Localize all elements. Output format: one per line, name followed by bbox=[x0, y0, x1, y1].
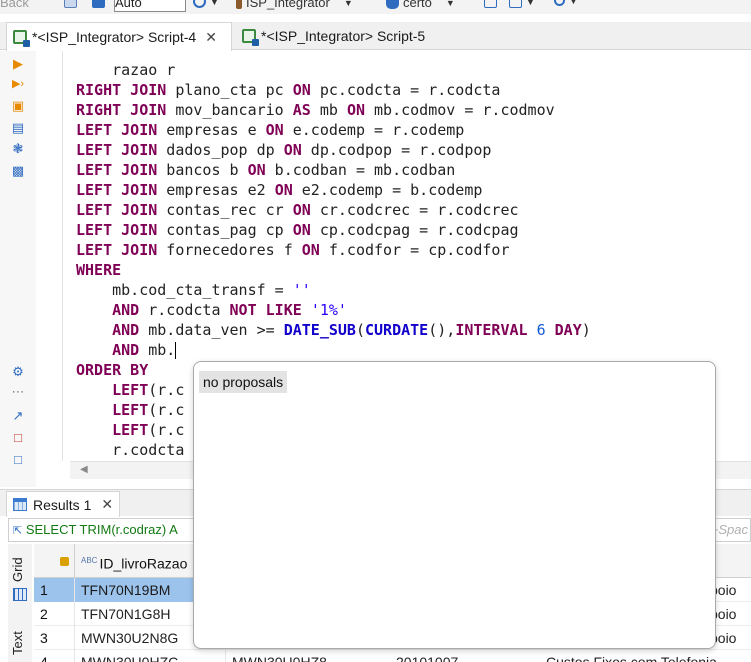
filter-sql-icon: ⇱ bbox=[13, 525, 23, 537]
row-number: 4 bbox=[40, 654, 48, 662]
no-proposals-item: no proposals bbox=[199, 371, 288, 393]
code-line: WHERE bbox=[76, 261, 122, 279]
code-line: ORDER BY bbox=[76, 361, 149, 379]
editor-tab-bar: *<ISP_Integrator> Script-4 ✕ *<ISP_Integ… bbox=[0, 22, 751, 51]
code-line: LEFT(r.c bbox=[112, 381, 185, 399]
code-line: razao r bbox=[76, 61, 176, 79]
code-line: r.codcta bbox=[76, 441, 185, 459]
terminal-icon[interactable]: ▩ bbox=[11, 164, 25, 178]
row-number: 3 bbox=[40, 630, 48, 646]
autocomplete-popup[interactable]: no proposals bbox=[193, 361, 716, 649]
toolbar-icon-2[interactable] bbox=[92, 0, 105, 8]
code-line: AND r.codcta NOT LIKE '1%' bbox=[112, 301, 347, 319]
cell-col-3[interactable]: 20101007 bbox=[390, 650, 540, 662]
commit-icon bbox=[64, 0, 77, 8]
chevron-down-icon: ▼ bbox=[445, 0, 455, 8]
tab-grid-view[interactable]: Grid bbox=[10, 550, 30, 590]
code-line: LEFT(r.c bbox=[112, 421, 185, 439]
ai-assistant-icon[interactable]: ❃ bbox=[11, 142, 25, 156]
back-button[interactable]: Back bbox=[0, 0, 29, 10]
code-line: LEFT JOIN contas_pag cp ON cp.codcpag = … bbox=[76, 221, 519, 239]
close-icon[interactable]: ✕ bbox=[101, 496, 113, 513]
connection-icon bbox=[236, 0, 242, 9]
tab-label: *<ISP_Integrator> Script-5 bbox=[261, 28, 426, 44]
chevron-down-icon: ▼ bbox=[343, 0, 353, 8]
execute-new-tab-icon[interactable]: ▣ bbox=[11, 99, 25, 113]
string-type-icon: ABC bbox=[81, 556, 98, 565]
execute-icon[interactable]: ▶ bbox=[11, 57, 25, 71]
code-line: mb.cod_cta_transf = '' bbox=[76, 281, 311, 299]
text-caret bbox=[175, 342, 177, 359]
results-view-tabs: Grid Text bbox=[8, 544, 32, 662]
transaction-mode-select[interactable]: Auto bbox=[114, 0, 186, 12]
sql-script-icon bbox=[242, 29, 259, 46]
code-line: AND mb. bbox=[112, 341, 177, 359]
chevron-down-icon: ▼ bbox=[526, 0, 535, 7]
results-grid-icon bbox=[13, 498, 27, 511]
code-line: LEFT JOIN bancos b ON b.codban = mb.codb… bbox=[76, 161, 456, 179]
cell-partial[interactable]: poio bbox=[710, 626, 751, 650]
history-button[interactable]: ▼ bbox=[193, 0, 219, 8]
code-line: LEFT JOIN contas_rec cr ON cr.codcrec = … bbox=[76, 201, 519, 219]
row-number: 1 bbox=[34, 578, 74, 602]
row-number: 2 bbox=[40, 606, 48, 622]
results-tab-label: Results 1 bbox=[33, 496, 92, 513]
chevron-down-icon: ▼ bbox=[210, 0, 219, 7]
search-button[interactable]: ▼ bbox=[554, 0, 578, 6]
export-icon[interactable]: ↗ bbox=[11, 409, 25, 423]
tab-script-4[interactable]: *<ISP_Integrator> Script-4 ✕ bbox=[6, 22, 232, 51]
scroll-left-icon[interactable]: ◀ bbox=[80, 464, 88, 475]
load-script-icon[interactable]: □ bbox=[11, 431, 25, 445]
editor-side-toolbar: ▶ ▶› ▣ ▤ ❃ ▩ ⚙ ⋯ ↗ □ □ bbox=[0, 51, 36, 487]
tab-label: *<ISP_Integrator> Script-4 bbox=[32, 29, 197, 45]
filter-query-text: SELECT TRIM(r.codraz) A bbox=[25, 522, 178, 537]
format-button[interactable]: ▼ bbox=[484, 0, 535, 8]
cell-col-4[interactable]: Custos Fixos com Telefonia bbox=[540, 650, 751, 662]
history-icon bbox=[193, 0, 206, 8]
code-line: LEFT JOIN empresas e2 ON e2.codemp = b.c… bbox=[76, 181, 483, 199]
format-icon bbox=[484, 0, 497, 8]
execute-script-icon[interactable]: ▶› bbox=[11, 77, 25, 91]
column-header-label: ID_livroRazao bbox=[99, 555, 188, 572]
back-label: Back bbox=[0, 0, 29, 10]
dbeaver-window: Back Auto ▼ ISP_Integrator ▼ certo ▼ ▼ ▼… bbox=[0, 0, 751, 662]
code-line: AND mb.data_ven >= DATE_SUB(CURDATE(),IN… bbox=[112, 321, 591, 339]
main-toolbar: Back Auto ▼ ISP_Integrator ▼ certo ▼ ▼ ▼ bbox=[0, 0, 751, 14]
cell-id-livrorazao[interactable]: MWN30U0HZC bbox=[74, 650, 226, 662]
connection-selector[interactable]: ISP_Integrator ▼ bbox=[236, 0, 353, 10]
database-selector[interactable]: certo ▼ bbox=[386, 0, 455, 10]
toolbar-icon-1[interactable] bbox=[64, 0, 77, 8]
tab-script-5[interactable]: *<ISP_Integrator> Script-5 bbox=[236, 22, 431, 50]
grid-view-icon[interactable] bbox=[13, 588, 27, 601]
code-line: RIGHT JOIN mov_bancario AS mb ON mb.codm… bbox=[76, 101, 555, 119]
tab-text-view[interactable]: Text bbox=[10, 624, 30, 662]
chevron-down-icon: ▼ bbox=[569, 0, 578, 6]
cell-partial[interactable]: poio bbox=[710, 602, 751, 626]
folding-ruler bbox=[62, 51, 63, 461]
tab-results-1[interactable]: Results 1 ✕ bbox=[6, 491, 121, 517]
cell-partial[interactable]: poio bbox=[710, 578, 751, 602]
code-line: LEFT JOIN fornecedores f ON f.codfor = c… bbox=[76, 241, 510, 259]
code-line: RIGHT JOIN plano_cta pc ON pc.codcta = r… bbox=[76, 81, 501, 99]
more-icon[interactable]: ⋯ bbox=[11, 385, 25, 399]
code-line: LEFT JOIN empresas e ON e.codemp = r.cod… bbox=[76, 121, 465, 139]
grid-icon bbox=[509, 0, 522, 8]
table-row[interactable]: 4 MWN30U0HZC MWN30U0HZ8 20101007 Custos … bbox=[34, 650, 751, 662]
cell-col-2[interactable]: MWN30U0HZ8 bbox=[228, 650, 388, 662]
search-icon bbox=[554, 0, 565, 6]
code-line: LEFT(r.c bbox=[112, 401, 185, 419]
close-icon[interactable]: ✕ bbox=[205, 29, 217, 46]
code-line: LEFT JOIN dados_pop dp ON dp.codpop = r.… bbox=[76, 141, 492, 159]
database-icon bbox=[386, 0, 399, 9]
transaction-icon bbox=[92, 0, 105, 8]
explain-plan-icon[interactable]: ▤ bbox=[11, 121, 25, 135]
sql-script-icon bbox=[13, 30, 30, 47]
database-label: certo bbox=[403, 0, 432, 10]
lock-icon bbox=[60, 557, 69, 566]
settings-icon[interactable]: ⚙ bbox=[11, 365, 25, 379]
save-script-icon[interactable]: □ bbox=[11, 453, 25, 467]
connection-label: ISP_Integrator bbox=[246, 0, 330, 10]
